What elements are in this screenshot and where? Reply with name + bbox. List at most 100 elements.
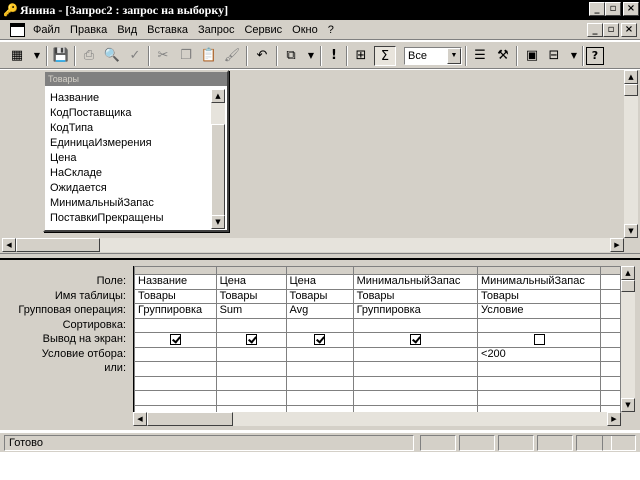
grid-cell-empty[interactable] <box>600 303 621 319</box>
grid-cell-field[interactable]: Название <box>134 274 217 290</box>
grid-cell-criteria[interactable] <box>134 346 217 362</box>
grid-cell-empty[interactable] <box>600 346 621 362</box>
grid-cell-empty[interactable] <box>600 317 621 333</box>
grid-cell-total[interactable]: Avg <box>285 303 354 319</box>
properties-icon[interactable]: ☰ <box>469 46 491 66</box>
grid-cell-empty[interactable] <box>134 404 217 412</box>
minimize-button[interactable]: _ <box>589 2 605 16</box>
scroll-down-arrow-icon[interactable]: ▼ <box>624 224 638 238</box>
grid-cell-empty[interactable] <box>285 404 354 412</box>
menu-edit[interactable]: Правка <box>70 23 107 37</box>
key-icon[interactable]: 🔑 <box>3 3 18 17</box>
column-selector[interactable] <box>215 266 287 275</box>
menu-window[interactable]: Окно <box>292 23 318 37</box>
field-list-item[interactable]: НаСкладе <box>50 166 210 181</box>
table-pane-hscroll-thumb[interactable] <box>16 238 100 252</box>
grid-cell-empty[interactable] <box>477 404 602 412</box>
grid-cell-field[interactable]: МинимальныйЗапас <box>477 274 602 290</box>
grid-cell-sort[interactable] <box>477 317 602 333</box>
menu-help[interactable]: ? <box>328 23 334 37</box>
show-checkbox[interactable] <box>409 333 421 345</box>
grid-cell-empty[interactable] <box>134 390 217 406</box>
grid-cell-table[interactable]: Товары <box>285 288 354 304</box>
totals-sigma-icon[interactable]: Σ <box>374 46 396 66</box>
print-icon[interactable]: ⎙ <box>78 46 100 66</box>
scroll-right-arrow-icon[interactable]: ▶ <box>610 238 624 252</box>
grid-cell-empty[interactable] <box>352 390 479 406</box>
menu-file[interactable]: Файл <box>33 23 60 37</box>
field-list-title[interactable]: Товары <box>45 72 227 86</box>
show-checkbox[interactable] <box>314 333 326 345</box>
grid-cell-empty[interactable] <box>600 361 621 377</box>
show-checkbox[interactable] <box>169 333 181 345</box>
scroll-down-arrow-icon[interactable]: ▼ <box>211 215 225 229</box>
grid-cell-or[interactable] <box>477 361 602 377</box>
grid-cell-table[interactable]: Товары <box>477 288 602 304</box>
field-list-item[interactable]: КодПоставщика <box>50 106 210 121</box>
grid-cell-or[interactable] <box>215 361 287 377</box>
field-list-item[interactable]: Название <box>50 91 210 106</box>
spelling-icon[interactable]: ✓ <box>124 46 146 66</box>
grid-cell-empty[interactable] <box>600 404 621 412</box>
print-preview-icon[interactable]: 🔍 <box>101 46 123 66</box>
grid-cell-or[interactable] <box>134 361 217 377</box>
show-checkbox[interactable] <box>533 333 545 345</box>
grid-cell-empty[interactable] <box>600 390 621 406</box>
cut-icon[interactable]: ✂ <box>152 46 174 66</box>
build-wand-icon[interactable]: ⚒ <box>492 46 514 66</box>
column-selector[interactable] <box>600 266 621 275</box>
doc-close-button[interactable]: × <box>621 23 637 37</box>
grid-cell-sort[interactable] <box>352 317 479 333</box>
grid-cell-total[interactable]: Группировка <box>134 303 217 319</box>
grid-cell-field[interactable]: МинимальныйЗапас <box>352 274 479 290</box>
grid-cell-field[interactable]: Цена <box>285 274 354 290</box>
scroll-left-arrow-icon[interactable]: ◀ <box>133 412 147 426</box>
scroll-down-arrow-icon[interactable]: ▼ <box>621 398 635 412</box>
database-window-icon[interactable]: ▣ <box>521 46 543 66</box>
grid-cell-criteria[interactable] <box>215 346 287 362</box>
column-selector[interactable] <box>352 266 479 275</box>
show-checkbox[interactable] <box>245 333 257 345</box>
doc-minimize-button[interactable]: _ <box>587 23 603 37</box>
new-object-icon[interactable]: ⊟ <box>543 46 565 66</box>
doc-restore-button[interactable]: ▫ <box>603 23 619 37</box>
query-type-dropdown-arrow-icon[interactable]: ▼ <box>300 46 322 66</box>
column-selector[interactable] <box>477 266 602 275</box>
grid-cell-empty[interactable] <box>215 404 287 412</box>
grid-cell-total[interactable]: Условие <box>477 303 602 319</box>
format-painter-icon[interactable]: 🖌 <box>221 46 243 66</box>
combo-dropdown-arrow-icon[interactable]: ▼ <box>447 48 461 64</box>
copy-icon[interactable]: ❐ <box>175 46 197 66</box>
document-icon[interactable] <box>10 23 25 37</box>
grid-cell-empty[interactable] <box>215 390 287 406</box>
scroll-left-arrow-icon[interactable]: ◀ <box>2 238 16 252</box>
grid-cell-empty[interactable] <box>285 390 354 406</box>
grid-cell-or[interactable] <box>285 361 354 377</box>
grid-cell-empty[interactable] <box>134 375 217 391</box>
grid-cell-sort[interactable] <box>134 317 217 333</box>
grid-cell-empty[interactable] <box>600 288 621 304</box>
undo-icon[interactable]: ↶ <box>251 46 273 66</box>
field-list-item[interactable]: ПоставкиПрекращены <box>50 211 210 226</box>
field-list-window[interactable]: Товары Название КодПоставщика КодТипа Ед… <box>43 70 229 232</box>
view-dropdown-arrow-icon[interactable]: ▼ <box>26 46 48 66</box>
grid-cell-field[interactable]: Цена <box>215 274 287 290</box>
menu-query[interactable]: Запрос <box>198 23 234 37</box>
field-list-scroll-thumb[interactable] <box>211 124 225 216</box>
grid-vscroll-thumb[interactable] <box>621 280 635 292</box>
paste-icon[interactable]: 📋 <box>198 46 220 66</box>
grid-cell-empty[interactable] <box>285 375 354 391</box>
maximize-button[interactable]: ▫ <box>605 2 621 16</box>
grid-cell-empty[interactable] <box>477 390 602 406</box>
grid-cell-table[interactable]: Товары <box>134 288 217 304</box>
pane-splitter[interactable] <box>0 253 640 260</box>
view-grid-icon[interactable]: ▦ <box>6 46 28 66</box>
grid-cell-or[interactable] <box>352 361 479 377</box>
grid-cell-empty[interactable] <box>600 332 621 348</box>
grid-cell-empty[interactable] <box>600 375 621 391</box>
grid-cell-criteria[interactable] <box>285 346 354 362</box>
grid-cell-table[interactable]: Товары <box>352 288 479 304</box>
close-button[interactable]: × <box>623 2 639 16</box>
top-values-combo[interactable]: Все ▼ <box>404 47 462 65</box>
menu-insert[interactable]: Вставка <box>147 23 188 37</box>
